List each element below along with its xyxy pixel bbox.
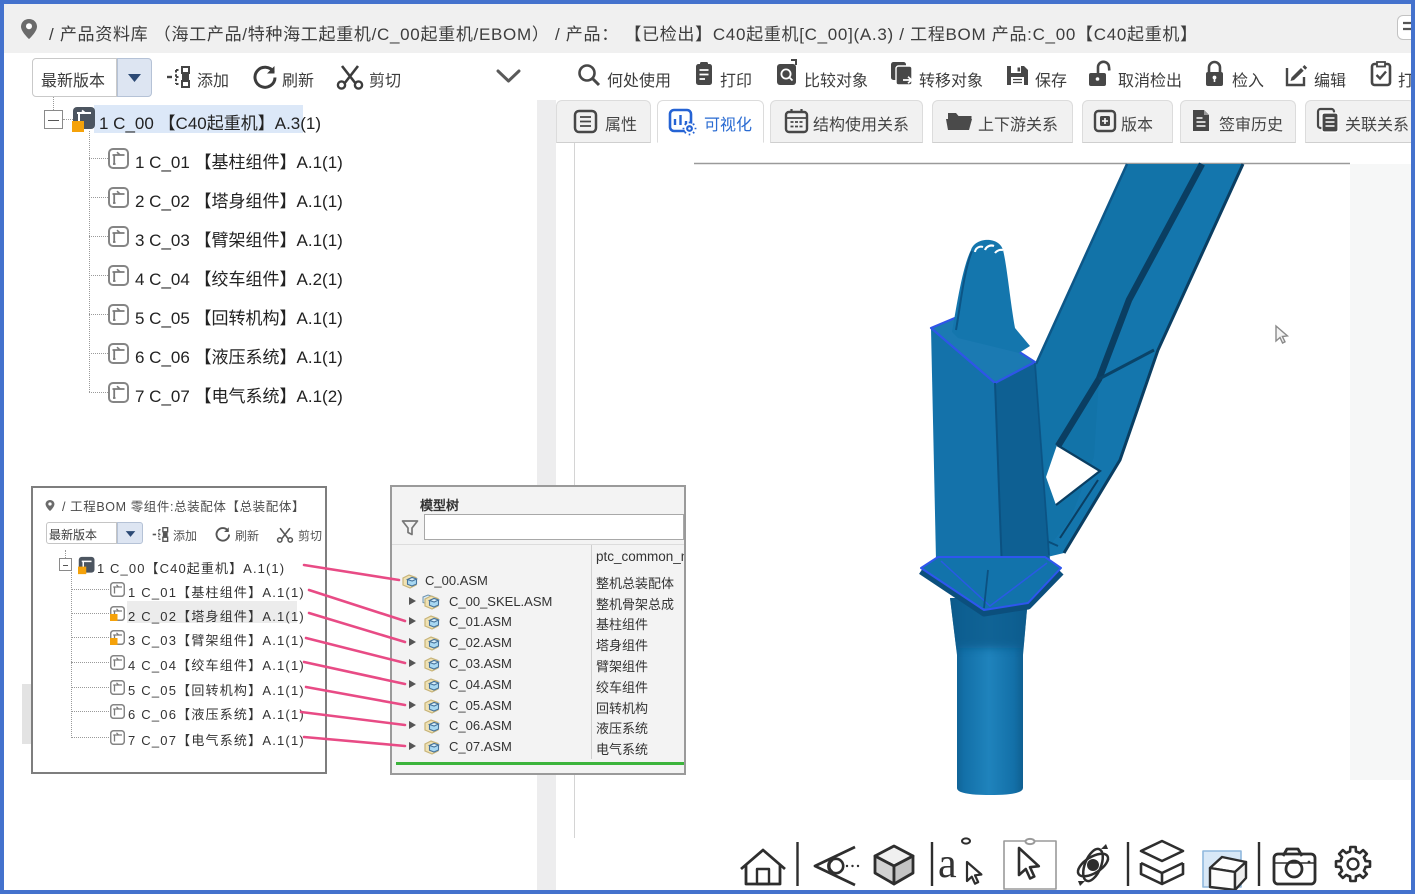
svg-text:a: a: [938, 841, 957, 887]
